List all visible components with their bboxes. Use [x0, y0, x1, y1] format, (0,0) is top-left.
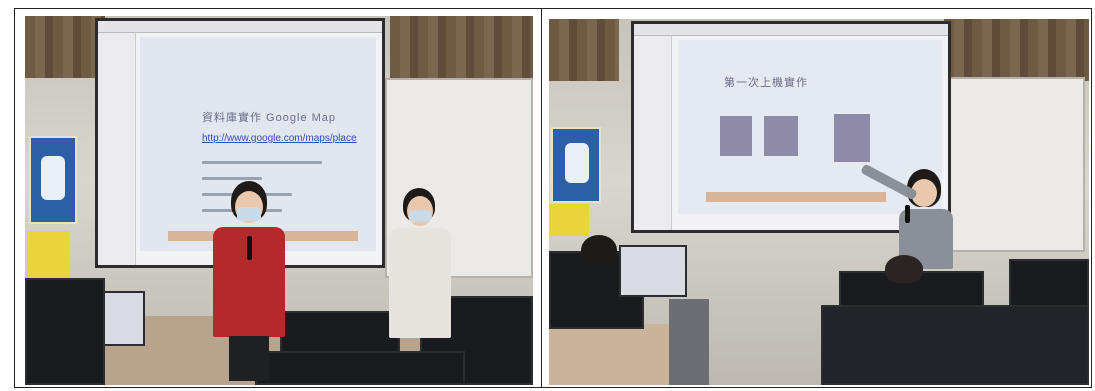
yellow-poster [27, 231, 69, 281]
curtain [390, 16, 533, 78]
cabinet [669, 299, 709, 385]
monitor [619, 245, 687, 297]
desk [549, 324, 669, 385]
cell-divider [541, 9, 542, 387]
slide-image [834, 114, 870, 162]
left-photo: 資料庫實作 Google Map http://www.google.com/m… [25, 16, 533, 385]
monitor [821, 305, 1089, 385]
speaker-person [205, 181, 295, 381]
slide-title: 第一次上機實作 [724, 77, 808, 89]
assistant-person [385, 188, 455, 378]
right-photo: 第一次上機實作 [549, 19, 1089, 385]
seated-student [577, 231, 622, 271]
photo-grid: 資料庫實作 Google Map http://www.google.com/m… [14, 8, 1092, 388]
slide-image [764, 116, 798, 156]
curtain [549, 19, 619, 81]
slide-title: 資料庫實作 Google Map [202, 112, 336, 124]
slide-image [720, 116, 752, 156]
robot-poster [29, 136, 77, 224]
speaker-person [860, 163, 959, 269]
curtain [944, 19, 1089, 81]
monitor [25, 278, 105, 385]
slide-link: http://www.google.com/maps/place [202, 133, 357, 144]
whiteboard [939, 77, 1085, 252]
curtain [25, 16, 105, 78]
seated-student [879, 255, 929, 285]
robot-poster [551, 127, 601, 203]
